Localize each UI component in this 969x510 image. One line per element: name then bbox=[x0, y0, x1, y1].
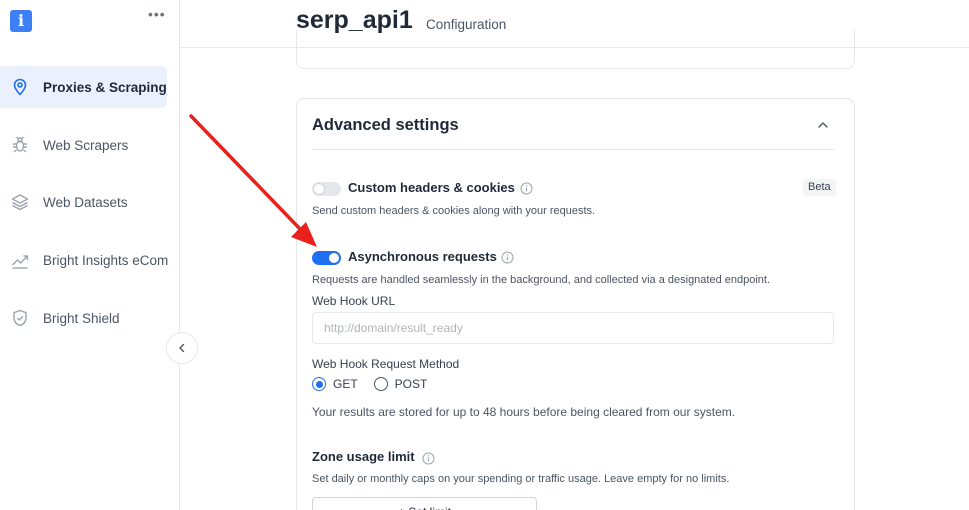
custom-headers-toggle[interactable] bbox=[312, 182, 341, 196]
more-options-icon[interactable]: ••• bbox=[148, 6, 166, 22]
advanced-settings-card: Advanced settings Custom headers & cooki… bbox=[296, 98, 855, 510]
set-limit-button[interactable]: + Set limit bbox=[312, 497, 537, 510]
webhook-method-group: GET POST bbox=[312, 377, 443, 391]
sidebar-item-label: Proxies & Scraping bbox=[43, 79, 167, 95]
info-icon[interactable] bbox=[501, 251, 514, 264]
webhook-url-label: Web Hook URL bbox=[312, 294, 396, 308]
sidebar-item-label: Bright Insights eCom bbox=[43, 252, 169, 268]
method-get-label[interactable]: GET bbox=[333, 377, 358, 391]
method-get-radio[interactable] bbox=[312, 377, 326, 391]
webhook-method-label: Web Hook Request Method bbox=[312, 357, 460, 371]
brand-logo-icon[interactable]: i bbox=[10, 10, 32, 32]
sidebar: i ••• Proxies & Scraping Web Scrapers We… bbox=[0, 0, 180, 510]
previous-settings-card bbox=[296, 30, 855, 69]
sidebar-item-web-datasets[interactable]: Web Datasets bbox=[0, 181, 167, 223]
method-post-radio[interactable] bbox=[373, 377, 388, 391]
advanced-settings-title: Advanced settings bbox=[312, 116, 459, 134]
custom-headers-title: Custom headers & cookies bbox=[348, 180, 515, 195]
sidebar-item-label: Web Scrapers bbox=[43, 137, 129, 153]
async-requests-toggle[interactable] bbox=[312, 251, 341, 265]
chevron-left-icon bbox=[179, 343, 185, 353]
trend-chart-icon bbox=[10, 250, 30, 270]
webhook-url-input[interactable] bbox=[312, 312, 834, 344]
beta-badge: Beta bbox=[803, 179, 836, 196]
zone-limit-title: Zone usage limit bbox=[312, 449, 415, 464]
location-pin-icon bbox=[10, 77, 30, 97]
shield-check-icon bbox=[10, 308, 30, 328]
info-icon[interactable] bbox=[520, 182, 533, 195]
custom-headers-description: Send custom headers & cookies along with… bbox=[312, 205, 596, 217]
sidebar-item-label: Bright Shield bbox=[43, 310, 120, 326]
info-icon[interactable] bbox=[422, 452, 435, 465]
collapse-sidebar-button[interactable] bbox=[166, 332, 198, 364]
bug-icon bbox=[10, 135, 30, 155]
layers-icon bbox=[10, 192, 30, 212]
chevron-up-icon[interactable] bbox=[815, 117, 831, 133]
sidebar-item-web-scrapers[interactable]: Web Scrapers bbox=[0, 124, 167, 166]
app-window: i ••• Proxies & Scraping Web Scrapers We… bbox=[0, 0, 969, 510]
sidebar-item-bright-shield[interactable]: Bright Shield bbox=[0, 297, 167, 339]
sidebar-item-label: Web Datasets bbox=[43, 194, 128, 210]
storage-note: Your results are stored for up to 48 hou… bbox=[312, 405, 736, 419]
sidebar-item-bright-insights[interactable]: Bright Insights eCom bbox=[0, 239, 169, 281]
async-requests-description: Requests are handled seamlessly in the b… bbox=[312, 274, 771, 286]
card-divider bbox=[312, 149, 834, 150]
method-post-label[interactable]: POST bbox=[395, 377, 428, 391]
async-requests-title: Asynchronous requests bbox=[348, 249, 497, 264]
sidebar-item-proxies-scraping[interactable]: Proxies & Scraping bbox=[0, 66, 167, 108]
zone-limit-description: Set daily or monthly caps on your spendi… bbox=[312, 473, 730, 485]
